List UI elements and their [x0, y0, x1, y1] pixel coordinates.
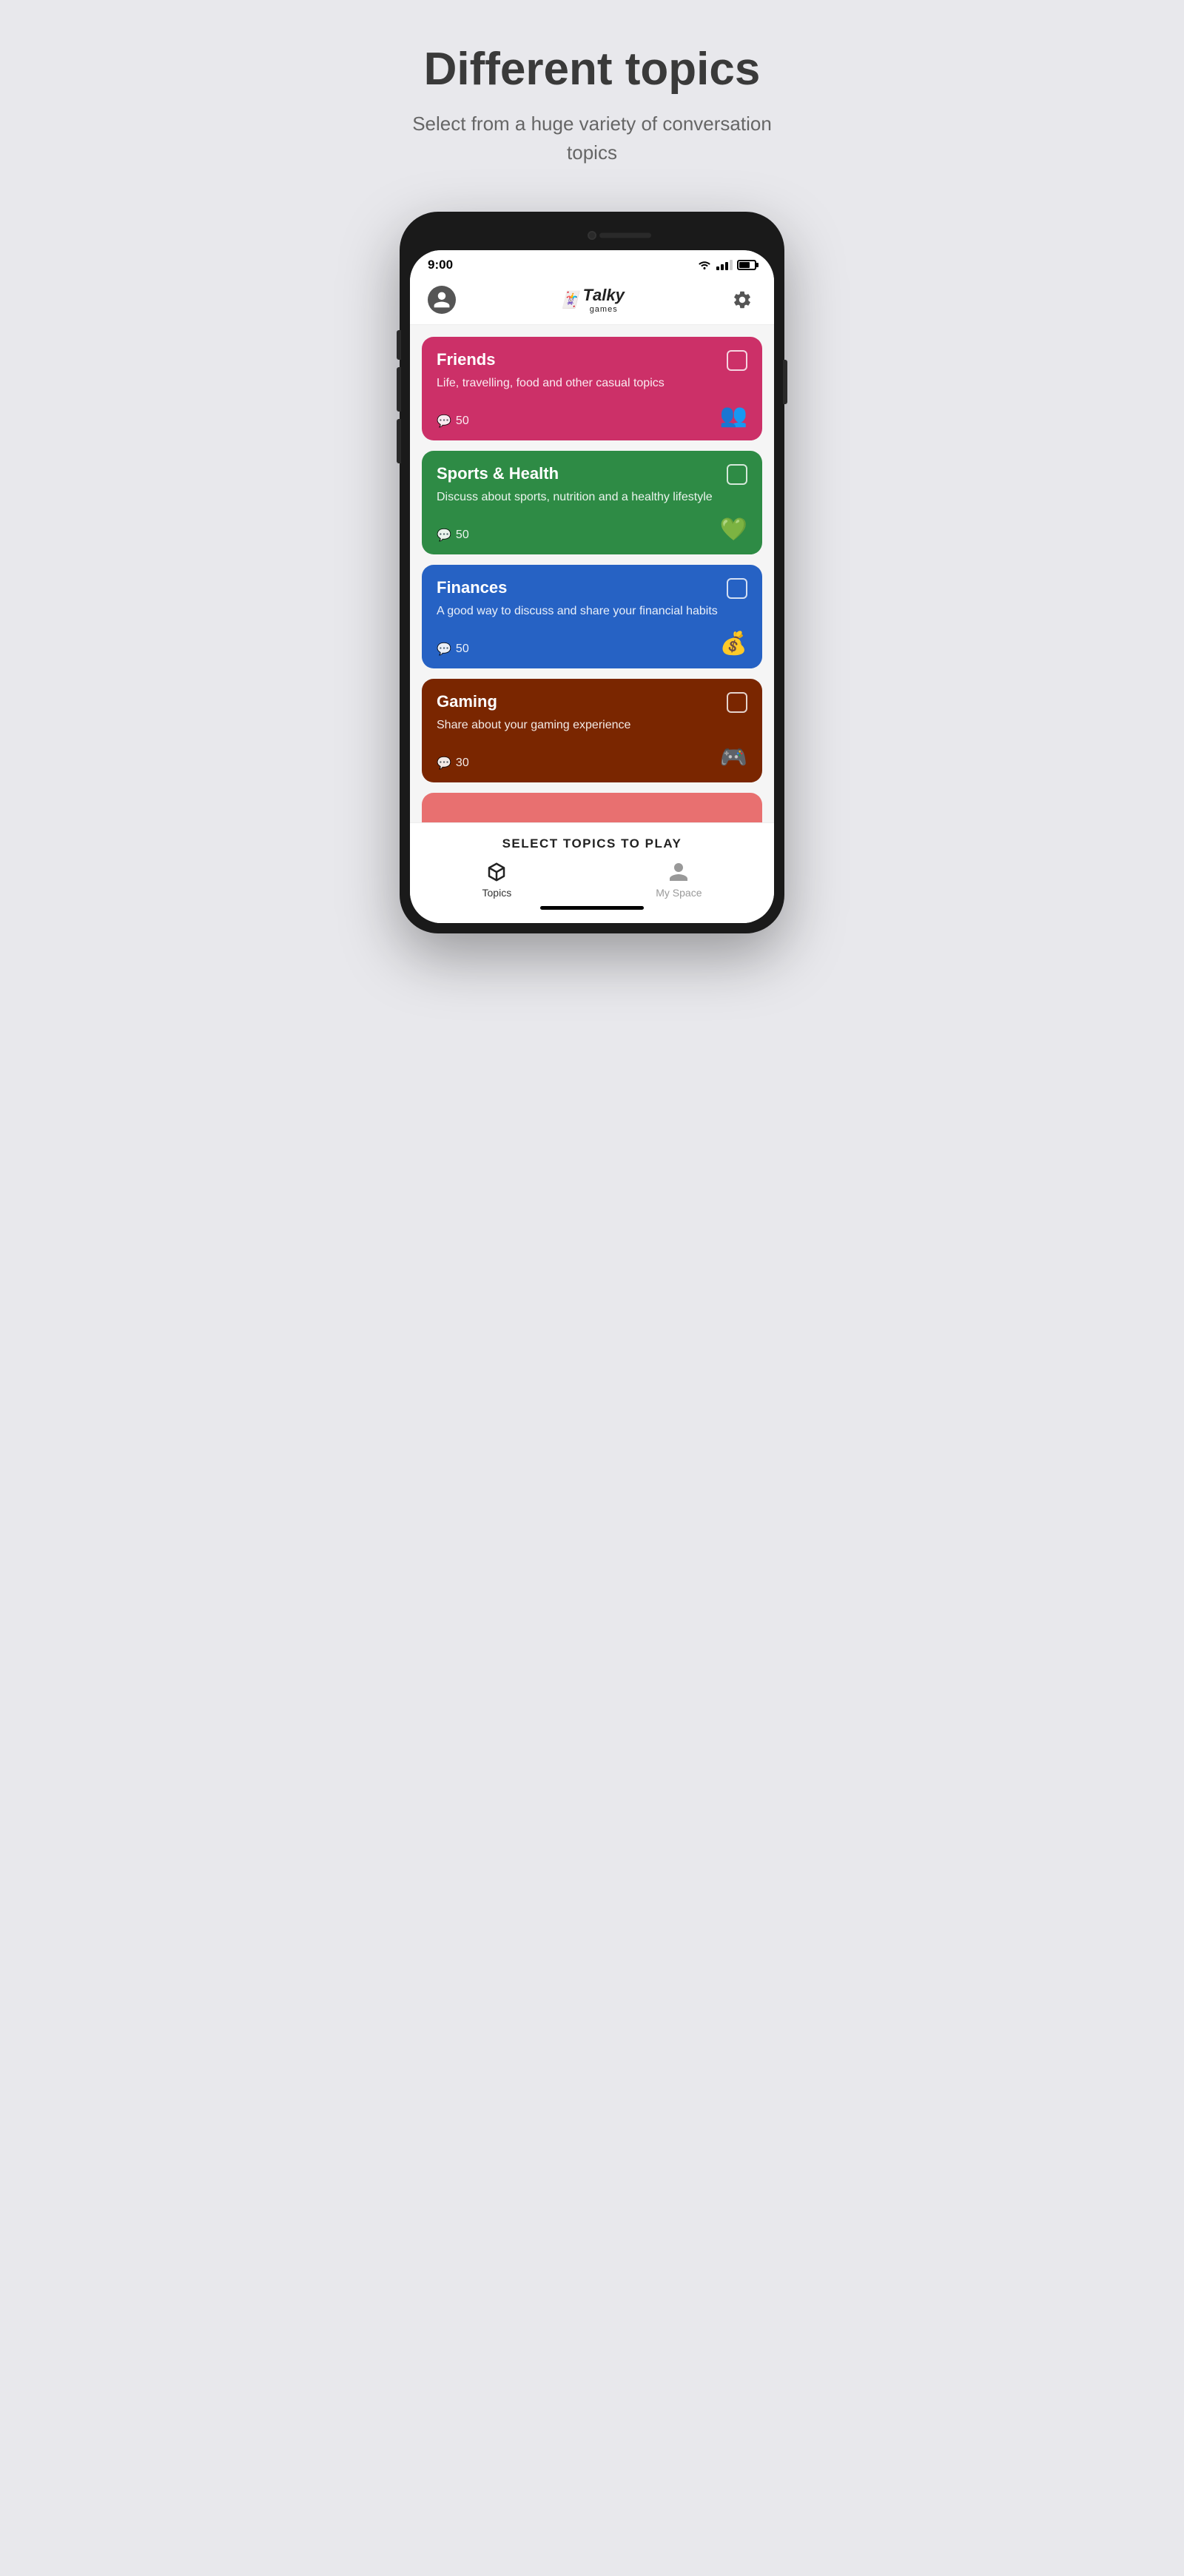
- nav-tab-topics[interactable]: Topics: [482, 860, 512, 899]
- card-count-sports: 💬 50: [437, 528, 469, 543]
- phone-btn-left-2: [397, 367, 401, 412]
- phone-btn-right: [783, 360, 787, 404]
- cube-icon: [485, 861, 508, 883]
- speech-icon-friends: 💬: [437, 414, 451, 429]
- status-icons: [697, 260, 756, 270]
- hero-title: Different topics: [424, 44, 761, 95]
- speech-icon-sports: 💬: [437, 528, 451, 543]
- card-title-gaming: Gaming: [437, 692, 718, 711]
- card-info-finances: Finances A good way to discuss and share…: [437, 578, 718, 620]
- speech-icon-gaming: 💬: [437, 756, 451, 771]
- page-wrapper: Different topics Select from a huge vari…: [296, 44, 888, 933]
- card-count-finances: 💬 50: [437, 642, 469, 657]
- gear-icon: [732, 289, 753, 310]
- card-title-finances: Finances: [437, 578, 718, 597]
- card-bottom-sports: 💬 50 💚: [437, 517, 747, 543]
- card-emoji-finances: 💰: [720, 631, 747, 657]
- card-info-sports: Sports & Health Discuss about sports, nu…: [437, 464, 718, 506]
- count-value-finances: 50: [456, 643, 469, 656]
- battery-icon: [737, 260, 756, 270]
- card-top-finances: Finances A good way to discuss and share…: [437, 578, 747, 620]
- home-indicator: [540, 906, 644, 910]
- phone-screen: 9:00: [410, 250, 774, 923]
- topics-icon: [485, 860, 508, 884]
- card-top-sports: Sports & Health Discuss about sports, nu…: [437, 464, 747, 506]
- card-checkbox-sports[interactable]: [727, 464, 747, 485]
- card-desc-sports: Discuss about sports, nutrition and a he…: [437, 489, 718, 506]
- user-avatar[interactable]: [428, 286, 456, 314]
- logo-text: Talky games: [583, 286, 625, 314]
- settings-button[interactable]: [728, 286, 756, 314]
- card-info-friends: Friends Life, travelling, food and other…: [437, 350, 718, 392]
- card-checkbox-gaming[interactable]: [727, 692, 747, 713]
- app-header: 🃏 Talky games: [410, 277, 774, 325]
- card-checkbox-friends[interactable]: [727, 350, 747, 371]
- card-desc-finances: A good way to discuss and share your fin…: [437, 603, 718, 620]
- card-emoji-sports: 💚: [720, 517, 747, 543]
- card-count-gaming: 💬 30: [437, 756, 469, 771]
- count-value-gaming: 30: [456, 757, 469, 770]
- phone-camera: [588, 231, 596, 240]
- count-value-sports: 50: [456, 529, 469, 542]
- card-emoji-friends: 👥: [720, 403, 747, 429]
- wifi-icon: [697, 260, 712, 270]
- card-info-gaming: Gaming Share about your gaming experienc…: [437, 692, 718, 734]
- status-time: 9:00: [428, 258, 453, 272]
- topic-card-friends[interactable]: Friends Life, travelling, food and other…: [422, 337, 762, 440]
- card-bottom-friends: 💬 50 👥: [437, 403, 747, 429]
- count-value-friends: 50: [456, 415, 469, 428]
- topic-card-sports[interactable]: Sports & Health Discuss about sports, nu…: [422, 451, 762, 554]
- select-topics-cta[interactable]: SELECT TOPICS TO PLAY: [410, 831, 774, 860]
- hero-subtitle: Select from a huge variety of conversati…: [385, 110, 799, 167]
- nav-tabs: Topics My Space: [410, 860, 774, 899]
- app-logo: 🃏 Talky games: [559, 286, 625, 314]
- phone-top-bar: [410, 222, 774, 249]
- phone-frame: 9:00: [400, 212, 784, 933]
- phone-btn-left-3: [397, 419, 401, 463]
- battery-fill: [739, 262, 750, 268]
- nav-tab-myspace[interactable]: My Space: [656, 860, 702, 899]
- topic-card-gaming[interactable]: Gaming Share about your gaming experienc…: [422, 679, 762, 782]
- speech-icon-finances: 💬: [437, 642, 451, 657]
- card-top-friends: Friends Life, travelling, food and other…: [437, 350, 747, 392]
- bottom-nav: SELECT TOPICS TO PLAY Topics: [410, 822, 774, 923]
- topic-card-finances[interactable]: Finances A good way to discuss and share…: [422, 565, 762, 668]
- card-desc-friends: Life, travelling, food and other casual …: [437, 375, 718, 392]
- content-area: Friends Life, travelling, food and other…: [410, 325, 774, 822]
- phone-btn-left-1: [397, 330, 401, 360]
- user-avatar-icon: [432, 290, 451, 309]
- signal-icon: [716, 260, 733, 270]
- phone-speaker: [599, 233, 651, 238]
- logo-card-icon: 🃏: [559, 290, 579, 309]
- card-top-gaming: Gaming Share about your gaming experienc…: [437, 692, 747, 734]
- card-partial-peek: [422, 793, 762, 822]
- card-desc-gaming: Share about your gaming experience: [437, 717, 718, 734]
- myspace-tab-label: My Space: [656, 887, 702, 899]
- card-count-friends: 💬 50: [437, 414, 469, 429]
- card-bottom-gaming: 💬 30 🎮: [437, 745, 747, 771]
- myspace-icon: [667, 860, 690, 884]
- card-checkbox-finances[interactable]: [727, 578, 747, 599]
- status-bar: 9:00: [410, 250, 774, 277]
- person-icon: [667, 861, 690, 883]
- card-bottom-finances: 💬 50 💰: [437, 631, 747, 657]
- topics-tab-label: Topics: [482, 887, 512, 899]
- card-title-sports: Sports & Health: [437, 464, 718, 483]
- card-emoji-gaming: 🎮: [720, 745, 747, 771]
- card-title-friends: Friends: [437, 350, 718, 369]
